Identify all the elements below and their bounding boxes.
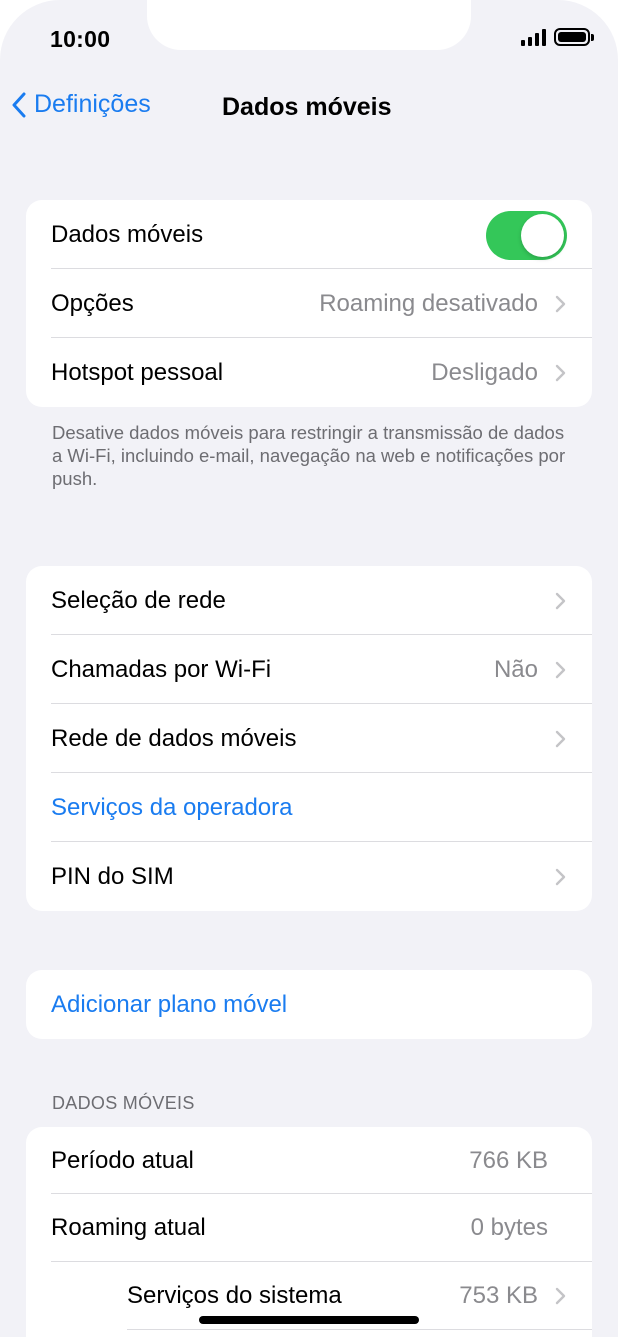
hotspot-value: Desligado xyxy=(431,358,538,386)
mobile-data-label: Dados móveis xyxy=(51,220,204,248)
chevron-right-icon xyxy=(555,1287,566,1305)
options-value: Roaming desativado xyxy=(319,289,538,317)
row-mobile-data: Dados móveis xyxy=(26,200,592,269)
home-indicator[interactable] xyxy=(199,1316,419,1324)
chevron-right-icon xyxy=(555,295,566,312)
phone-screen: 10:00 Definições Dados móveis Dados móve… xyxy=(0,0,618,1337)
row-cellular-network[interactable]: Rede de dados móveis xyxy=(26,704,592,773)
current-period-value: 766 KB xyxy=(469,1146,548,1174)
chevron-right-icon xyxy=(555,592,566,609)
row-hotspot[interactable]: Hotspot pessoal Desligado xyxy=(26,338,592,407)
current-roaming-value: 0 bytes xyxy=(470,1214,548,1241)
navigation-bar: Definições Dados móveis xyxy=(0,90,618,130)
back-button[interactable]: Definições xyxy=(12,90,151,119)
network-group: Seleção de rede Chamadas por Wi-Fi Não R… xyxy=(26,566,592,911)
network-selection-label: Seleção de rede xyxy=(51,586,226,614)
options-label: Opções xyxy=(51,289,134,317)
chevron-right-icon xyxy=(555,661,566,678)
row-sim-pin[interactable]: PIN do SIM xyxy=(26,842,592,911)
battery-icon xyxy=(554,28,594,46)
add-plan-link: Adicionar plano móvel xyxy=(51,990,288,1018)
mobile-data-toggle[interactable] xyxy=(486,211,567,260)
mobile-data-group: Dados móveis Opções Roaming desativado H… xyxy=(26,200,592,407)
cellular-network-label: Rede de dados móveis xyxy=(51,724,297,752)
usage-section-header: DADOS MÓVEIS xyxy=(52,1093,195,1113)
system-services-value: 753 KB xyxy=(459,1282,538,1309)
row-options[interactable]: Opções Roaming desativado xyxy=(26,269,592,338)
status-time: 10:00 xyxy=(50,26,111,52)
system-services-label: Serviços do sistema xyxy=(127,1282,342,1309)
add-plan-group: Adicionar plano móvel xyxy=(26,970,592,1039)
back-label: Definições xyxy=(34,90,151,118)
row-network-selection[interactable]: Seleção de rede xyxy=(26,566,592,635)
current-roaming-label: Roaming atual xyxy=(51,1214,206,1241)
status-icons xyxy=(521,28,594,46)
hotspot-label: Hotspot pessoal xyxy=(51,358,224,386)
wifi-calling-label: Chamadas por Wi-Fi xyxy=(51,655,272,683)
chevron-left-icon xyxy=(12,92,26,117)
page-title: Dados móveis xyxy=(222,93,392,121)
row-add-plan[interactable]: Adicionar plano móvel xyxy=(26,970,592,1039)
row-current-roaming: Roaming atual 0 bytes xyxy=(26,1194,592,1262)
chevron-right-icon xyxy=(555,730,566,747)
chevron-right-icon xyxy=(555,868,566,885)
usage-group: Período atual 766 KB Roaming atual 0 byt… xyxy=(26,1127,592,1337)
mobile-data-footnote: Desative dados móveis para restringir a … xyxy=(52,422,566,489)
sim-pin-label: PIN do SIM xyxy=(51,862,174,890)
carrier-services-link: Serviços da operadora xyxy=(51,793,293,821)
current-period-label: Período atual xyxy=(51,1146,194,1174)
cellular-signal-icon xyxy=(521,28,546,46)
row-current-period: Período atual 766 KB xyxy=(26,1127,592,1194)
wifi-calling-value: Não xyxy=(493,655,538,683)
row-wifi-calling[interactable]: Chamadas por Wi-Fi Não xyxy=(26,635,592,704)
row-carrier-services[interactable]: Serviços da operadora xyxy=(26,773,592,842)
notch xyxy=(147,0,471,50)
chevron-right-icon xyxy=(555,364,566,381)
